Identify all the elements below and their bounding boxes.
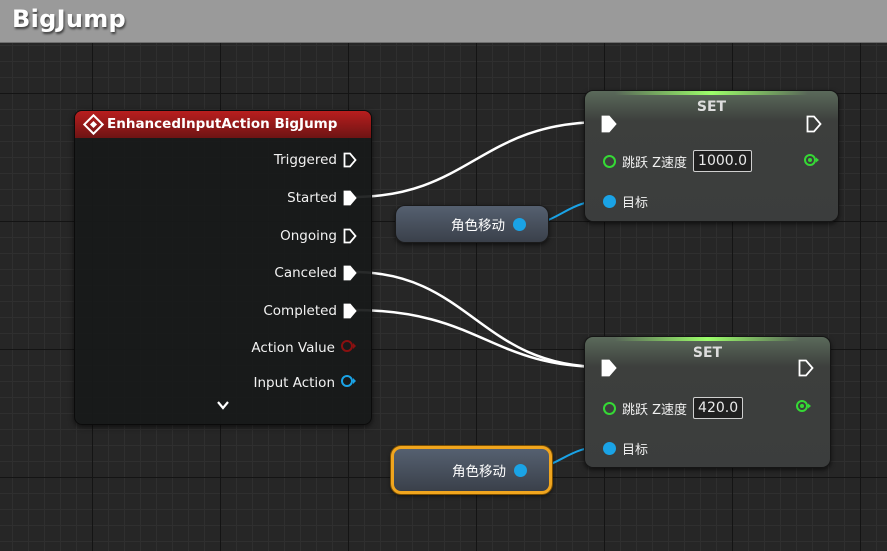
pin-label-triggered: Triggered xyxy=(273,152,337,168)
graph-title-bar: BigJump xyxy=(0,0,887,43)
exec-in-pin[interactable] xyxy=(601,115,617,137)
pin-row-action-value: Action Value xyxy=(251,337,357,359)
pin-row-completed: Completed xyxy=(263,300,357,322)
pin-label-ongoing: Ongoing xyxy=(280,228,337,244)
value-output-pin[interactable] xyxy=(796,398,812,417)
set-node-jump-z-velocity-1[interactable]: SET 跳跃 Z速度 1000.0 目标 xyxy=(584,90,839,222)
target-label: 目标 xyxy=(622,443,649,458)
pin-row-triggered: Triggered xyxy=(274,149,357,171)
exec-out-pin[interactable] xyxy=(798,359,814,381)
target-row: 目标 xyxy=(603,439,648,458)
set-value-row: 跳跃 Z速度 1000.0 xyxy=(603,150,753,172)
get-node-character-movement-1[interactable]: 角色移动 xyxy=(395,205,549,243)
value-output-pin[interactable] xyxy=(804,152,820,171)
chevron-down-icon[interactable] xyxy=(216,397,230,411)
set-value-row: 跳跃 Z速度 420.0 xyxy=(603,397,744,419)
graph-title: BigJump xyxy=(12,5,127,33)
get-node-output-pin[interactable] xyxy=(514,463,527,477)
exec-pin-started[interactable] xyxy=(343,190,357,206)
variable-label: 跳跃 Z速度 xyxy=(622,155,688,171)
set-node-jump-z-velocity-2[interactable]: SET 跳跃 Z速度 420.0 目标 xyxy=(584,336,831,468)
exec-pin-completed[interactable] xyxy=(343,303,357,319)
pin-label-canceled: Canceled xyxy=(274,265,337,281)
pin-row-started: Started xyxy=(287,187,357,209)
target-input-pin[interactable] xyxy=(603,195,616,208)
target-row: 目标 xyxy=(603,192,648,211)
pin-row-input-action: Input Action xyxy=(253,372,357,394)
get-node-label: 角色移动 xyxy=(452,464,506,480)
exec-out-pin[interactable] xyxy=(806,115,822,137)
set-node-title: SET xyxy=(696,99,727,115)
value-input-pin[interactable] xyxy=(603,154,616,168)
get-node-label: 角色移动 xyxy=(451,218,505,234)
event-icon xyxy=(82,113,105,136)
value-field[interactable]: 1000.0 xyxy=(693,150,753,172)
exec-pin-ongoing[interactable] xyxy=(343,228,357,244)
event-node-header[interactable]: EnhancedInputAction BigJump xyxy=(75,111,371,138)
pin-label-completed: Completed xyxy=(263,303,337,319)
value-input-pin[interactable] xyxy=(603,401,616,415)
target-label: 目标 xyxy=(622,196,649,211)
variable-label: 跳跃 Z速度 xyxy=(622,402,688,418)
exec-in-pin[interactable] xyxy=(601,359,617,381)
get-node-character-movement-2[interactable]: 角色移动 xyxy=(391,446,552,494)
set-node-title: SET xyxy=(692,345,723,361)
exec-pin-triggered[interactable] xyxy=(343,152,357,168)
data-pin-action-value[interactable] xyxy=(341,339,357,357)
pin-row-ongoing: Ongoing xyxy=(280,225,357,247)
pin-label-action-value: Action Value xyxy=(251,340,335,356)
pin-label-started: Started xyxy=(287,190,337,206)
exec-pin-canceled[interactable] xyxy=(343,265,357,281)
data-pin-input-action[interactable] xyxy=(341,374,357,392)
event-node-enhanced-input-action[interactable]: EnhancedInputAction BigJump Triggered St… xyxy=(74,110,372,425)
value-field[interactable]: 420.0 xyxy=(693,397,744,419)
target-input-pin[interactable] xyxy=(603,442,616,455)
pin-label-input-action: Input Action xyxy=(253,375,335,391)
pin-row-canceled: Canceled xyxy=(274,262,357,284)
get-node-output-pin[interactable] xyxy=(513,217,526,231)
event-node-title: EnhancedInputAction BigJump xyxy=(107,116,338,132)
